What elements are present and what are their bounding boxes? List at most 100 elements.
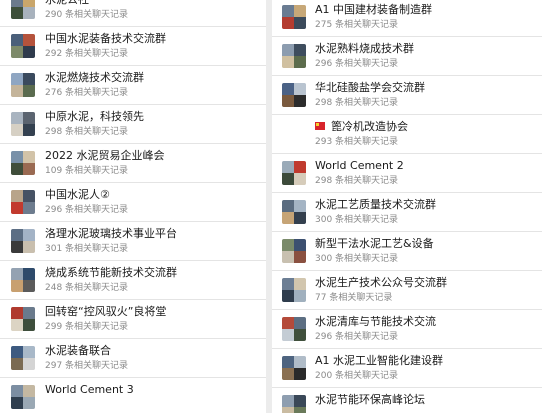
group-chat-item[interactable]: 水泥燃烧技术交流群 276 条相关聊天记录: [0, 66, 266, 105]
group-name-text: 回转窑“控风驭火”良将堂: [45, 305, 167, 318]
avatar-tile: [282, 356, 294, 368]
avatar-tile: [23, 229, 35, 241]
group-name: 水泥装备联合: [45, 343, 111, 358]
group-chat-item[interactable]: 水泥清库与节能技术交流 296 条相关聊天记录: [272, 310, 542, 349]
group-chat-item[interactable]: 水泥装备联合 297 条相关聊天记录: [0, 339, 266, 378]
group-name: World Cement 2: [315, 158, 404, 173]
group-name: 篦冷机改造协会: [315, 119, 408, 134]
message-count: 200 条相关聊天记录: [315, 371, 399, 381]
avatar-tile: [294, 278, 306, 290]
avatar-tile: [11, 163, 23, 175]
group-avatar: [282, 317, 306, 341]
group-name: 水泥生产技术公众号交流群: [315, 275, 447, 290]
group-name-text: 水泥清库与节能技术交流: [315, 315, 436, 328]
group-chat-item[interactable]: 水泥工艺质量技术交流群 300 条相关聊天记录: [272, 193, 542, 232]
group-name: 洛理水泥玻璃技术事业平台: [45, 226, 177, 241]
avatar-tile: [23, 202, 35, 214]
avatar-tile: [11, 229, 23, 241]
group-name: 回转窑“控风驭火”良将堂: [45, 304, 166, 319]
group-chat-item[interactable]: A1 中国建材装备制造群 275 条相关聊天记录: [272, 0, 542, 37]
group-name: 水泥工艺质量技术交流群: [315, 197, 436, 212]
right-group-list-panel: A1 中国建材装备制造群 275 条相关聊天记录 水泥熟料烧成技术群 296 条相关聊…: [272, 0, 542, 413]
avatar-tile: [294, 407, 306, 413]
group-name: 中国水泥人②: [45, 187, 110, 202]
avatar-tile: [294, 251, 306, 263]
avatar-tile: [282, 317, 294, 329]
message-count: 300 条相关聊天记录: [315, 254, 399, 264]
group-name-text: 水泥生产技术公众号交流群: [315, 276, 447, 289]
group-chat-item[interactable]: 中国水泥人② 296 条相关聊天记录: [0, 183, 266, 222]
avatar-tile: [294, 212, 306, 224]
avatar-tile: [23, 46, 35, 58]
group-chat-item[interactable]: World Cement 3: [0, 378, 266, 413]
group-name-text: 2022 水泥贸易企业峰会: [45, 149, 165, 162]
group-avatar: [11, 73, 35, 97]
avatar-tile: [282, 239, 294, 251]
avatar-tile: [11, 0, 23, 7]
group-chat-item[interactable]: 水泥节能环保高峰论坛: [272, 388, 542, 413]
group-chat-item[interactable]: 新型干法水泥工艺&设备 300 条相关聊天记录: [272, 232, 542, 271]
avatar-tile: [282, 212, 294, 224]
group-name: 新型干法水泥工艺&设备: [315, 236, 434, 251]
group-avatar: [11, 0, 35, 19]
message-count: 293 条相关聊天记录: [315, 137, 399, 147]
group-chat-item[interactable]: 回转窑“控风驭火”良将堂 299 条相关聊天记录: [0, 300, 266, 339]
group-chat-item[interactable]: 中原水泥，科技领先 298 条相关聊天记录: [0, 105, 266, 144]
avatar-tile: [11, 46, 23, 58]
group-name: 水泥熟料烧成技术群: [315, 41, 414, 56]
group-name-text: A1 水泥工业智能化建设群: [315, 354, 444, 367]
avatar-tile: [11, 124, 23, 136]
message-count: 248 条相关聊天记录: [45, 283, 129, 293]
group-chat-item[interactable]: 烧成系统节能新技术交流群 248 条相关聊天记录: [0, 261, 266, 300]
avatar-tile: [23, 0, 35, 7]
group-name: A1 水泥工业智能化建设群: [315, 353, 443, 368]
group-chat-item[interactable]: World Cement 2 298 条相关聊天记录: [272, 154, 542, 193]
group-chat-item[interactable]: 篦冷机改造协会 293 条相关聊天记录: [272, 115, 542, 154]
group-name: 华北硅酸盐学会交流群: [315, 80, 425, 95]
message-count: 276 条相关聊天记录: [45, 88, 129, 98]
avatar-tile: [282, 290, 294, 302]
avatar-tile: [23, 7, 35, 19]
group-chat-item[interactable]: 中国水泥装备技术交流群 292 条相关聊天记录: [0, 27, 266, 66]
group-chat-item[interactable]: 水泥公社 290 条相关聊天记录: [0, 0, 266, 27]
flag-icon: [315, 122, 325, 130]
group-chat-item[interactable]: 洛理水泥玻璃技术事业平台 301 条相关聊天记录: [0, 222, 266, 261]
group-name-text: 中国水泥装备技术交流群: [45, 32, 166, 45]
group-chat-item[interactable]: A1 水泥工业智能化建设群 200 条相关聊天记录: [272, 349, 542, 388]
avatar-tile: [23, 268, 35, 280]
message-count: 296 条相关聊天记录: [45, 205, 129, 215]
message-count: 298 条相关聊天记录: [315, 98, 399, 108]
group-chat-item[interactable]: 水泥生产技术公众号交流群 77 条相关聊天记录: [272, 271, 542, 310]
group-name: 水泥清库与节能技术交流: [315, 314, 436, 329]
avatar-tile: [23, 151, 35, 163]
group-chat-item[interactable]: 2022 水泥贸易企业峰会 109 条相关聊天记录: [0, 144, 266, 183]
avatar-tile: [282, 5, 294, 17]
group-name: 烧成系统节能新技术交流群: [45, 265, 177, 280]
avatar-tile: [294, 95, 306, 107]
avatar-tile: [11, 202, 23, 214]
avatar-tile: [294, 317, 306, 329]
avatar-tile: [11, 280, 23, 292]
group-name-text: 篦冷机改造协会: [331, 120, 408, 133]
avatar-tile: [23, 241, 35, 253]
group-name-text: 烧成系统节能新技术交流群: [45, 266, 177, 279]
avatar-tile: [282, 44, 294, 56]
group-avatar: [11, 190, 35, 214]
avatar-tile: [23, 190, 35, 202]
avatar-tile: [282, 173, 294, 185]
avatar-tile: [23, 385, 35, 397]
group-avatar: [11, 34, 35, 58]
group-chat-item[interactable]: 水泥熟料烧成技术群 296 条相关聊天记录: [272, 37, 542, 76]
avatar-tile: [294, 356, 306, 368]
left-group-list: 水泥公社 290 条相关聊天记录中国水泥装备技术交流群 292 条相关聊天记录水泥燃…: [0, 0, 266, 413]
group-avatar: [282, 239, 306, 263]
avatar-tile: [23, 346, 35, 358]
group-avatar: [11, 307, 35, 331]
message-count: 298 条相关聊天记录: [45, 127, 129, 137]
avatar-tile: [23, 307, 35, 319]
group-chat-item[interactable]: 华北硅酸盐学会交流群 298 条相关聊天记录: [272, 76, 542, 115]
group-avatar: [11, 268, 35, 292]
avatar-tile: [282, 56, 294, 68]
group-name-text: 水泥燃烧技术交流群: [45, 71, 144, 84]
group-avatar: [282, 161, 306, 185]
